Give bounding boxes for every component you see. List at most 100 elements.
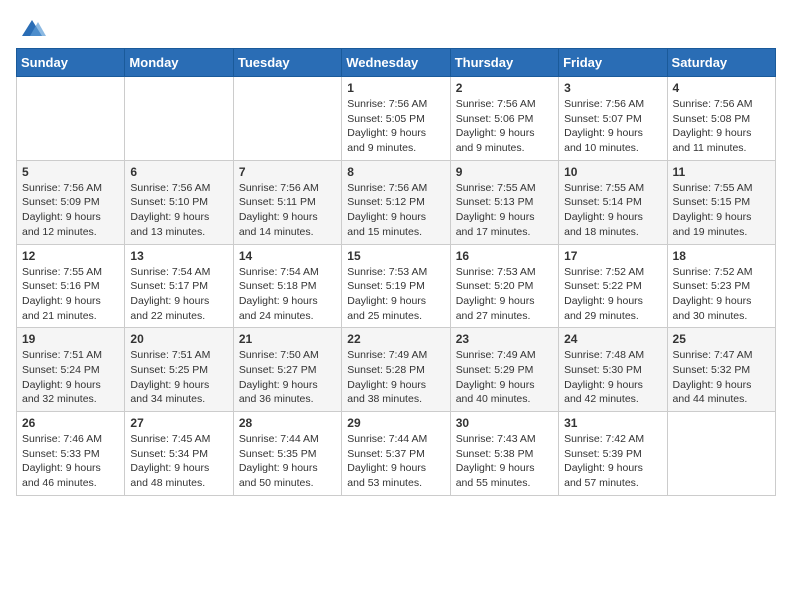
column-header-wednesday: Wednesday — [342, 49, 450, 77]
day-number: 1 — [347, 81, 444, 95]
day-info: Sunrise: 7:45 AM Sunset: 5:34 PM Dayligh… — [130, 432, 227, 491]
calendar-cell: 8 Sunrise: 7:56 AM Sunset: 5:12 PM Daylig… — [342, 160, 450, 244]
day-info: Sunrise: 7:56 AM Sunset: 5:11 PM Dayligh… — [239, 181, 336, 240]
day-number: 8 — [347, 165, 444, 179]
day-info: Sunrise: 7:55 AM Sunset: 5:15 PM Dayligh… — [673, 181, 770, 240]
day-info: Sunrise: 7:50 AM Sunset: 5:27 PM Dayligh… — [239, 348, 336, 407]
day-number: 20 — [130, 332, 227, 346]
day-number: 27 — [130, 416, 227, 430]
day-number: 2 — [456, 81, 553, 95]
calendar-cell: 31Sunrise: 7:42 AM Sunset: 5:39 PM Dayli… — [559, 412, 667, 496]
logo — [16, 16, 46, 38]
calendar-cell: 14 Sunrise: 7:54 AM Sunset: 5:18 PM Dayli… — [233, 244, 341, 328]
day-info: Sunrise: 7:43 AM Sunset: 5:38 PM Dayligh… — [456, 432, 553, 491]
calendar-week-row: 12 Sunrise: 7:55 AM Sunset: 5:16 PM Dayli… — [17, 244, 776, 328]
day-number: 4 — [673, 81, 770, 95]
day-info: Sunrise: 7:55 AM Sunset: 5:14 PM Dayligh… — [564, 181, 661, 240]
column-header-friday: Friday — [559, 49, 667, 77]
day-info: Sunrise: 7:56 AM Sunset: 5:05 PM Dayligh… — [347, 97, 444, 156]
column-header-tuesday: Tuesday — [233, 49, 341, 77]
calendar-cell: 29Sunrise: 7:44 AM Sunset: 5:37 PM Dayli… — [342, 412, 450, 496]
day-number: 30 — [456, 416, 553, 430]
calendar-cell: 7 Sunrise: 7:56 AM Sunset: 5:11 PM Daylig… — [233, 160, 341, 244]
day-number: 21 — [239, 332, 336, 346]
day-number: 28 — [239, 416, 336, 430]
day-number: 19 — [22, 332, 119, 346]
calendar-week-row: 1 Sunrise: 7:56 AM Sunset: 5:05 PM Daylig… — [17, 77, 776, 161]
day-info: Sunrise: 7:49 AM Sunset: 5:28 PM Dayligh… — [347, 348, 444, 407]
calendar-cell: 20 Sunrise: 7:51 AM Sunset: 5:25 PM Dayli… — [125, 328, 233, 412]
day-number: 18 — [673, 249, 770, 263]
calendar-table: SundayMondayTuesdayWednesdayThursdayFrid… — [16, 48, 776, 496]
calendar-cell: 19 Sunrise: 7:51 AM Sunset: 5:24 PM Dayli… — [17, 328, 125, 412]
day-info: Sunrise: 7:51 AM Sunset: 5:25 PM Dayligh… — [130, 348, 227, 407]
day-info: Sunrise: 7:51 AM Sunset: 5:24 PM Dayligh… — [22, 348, 119, 407]
calendar-cell: 5 Sunrise: 7:56 AM Sunset: 5:09 PM Daylig… — [17, 160, 125, 244]
day-info: Sunrise: 7:44 AM Sunset: 5:35 PM Dayligh… — [239, 432, 336, 491]
day-info: Sunrise: 7:54 AM Sunset: 5:17 PM Dayligh… — [130, 265, 227, 324]
calendar-cell — [17, 77, 125, 161]
calendar-cell: 28 Sunrise: 7:44 AM Sunset: 5:35 PM Dayli… — [233, 412, 341, 496]
day-number: 16 — [456, 249, 553, 263]
day-info: Sunrise: 7:52 AM Sunset: 5:23 PM Dayligh… — [673, 265, 770, 324]
column-header-thursday: Thursday — [450, 49, 558, 77]
calendar-cell: 22 Sunrise: 7:49 AM Sunset: 5:28 PM Dayli… — [342, 328, 450, 412]
day-info: Sunrise: 7:48 AM Sunset: 5:30 PM Dayligh… — [564, 348, 661, 407]
calendar-cell: 1 Sunrise: 7:56 AM Sunset: 5:05 PM Daylig… — [342, 77, 450, 161]
calendar-cell — [667, 412, 775, 496]
day-info: Sunrise: 7:44 AM Sunset: 5:37 PM Dayligh… — [347, 432, 444, 491]
day-number: 14 — [239, 249, 336, 263]
day-number: 7 — [239, 165, 336, 179]
day-number: 3 — [564, 81, 661, 95]
day-number: 31 — [564, 416, 661, 430]
day-info: Sunrise: 7:52 AM Sunset: 5:22 PM Dayligh… — [564, 265, 661, 324]
calendar-cell: 2 Sunrise: 7:56 AM Sunset: 5:06 PM Daylig… — [450, 77, 558, 161]
day-info: Sunrise: 7:55 AM Sunset: 5:16 PM Dayligh… — [22, 265, 119, 324]
calendar-cell: 21 Sunrise: 7:50 AM Sunset: 5:27 PM Dayli… — [233, 328, 341, 412]
calendar-cell — [233, 77, 341, 161]
calendar-week-row: 5 Sunrise: 7:56 AM Sunset: 5:09 PM Daylig… — [17, 160, 776, 244]
calendar-header-row: SundayMondayTuesdayWednesdayThursdayFrid… — [17, 49, 776, 77]
day-info: Sunrise: 7:56 AM Sunset: 5:07 PM Dayligh… — [564, 97, 661, 156]
day-number: 5 — [22, 165, 119, 179]
column-header-saturday: Saturday — [667, 49, 775, 77]
day-number: 6 — [130, 165, 227, 179]
day-info: Sunrise: 7:53 AM Sunset: 5:20 PM Dayligh… — [456, 265, 553, 324]
column-header-monday: Monday — [125, 49, 233, 77]
calendar-cell: 25Sunrise: 7:47 AM Sunset: 5:32 PM Dayli… — [667, 328, 775, 412]
calendar-cell: 11Sunrise: 7:55 AM Sunset: 5:15 PM Dayli… — [667, 160, 775, 244]
day-info: Sunrise: 7:54 AM Sunset: 5:18 PM Dayligh… — [239, 265, 336, 324]
day-number: 22 — [347, 332, 444, 346]
logo-icon — [18, 16, 46, 44]
calendar-cell: 16 Sunrise: 7:53 AM Sunset: 5:20 PM Dayli… — [450, 244, 558, 328]
calendar-cell: 9 Sunrise: 7:55 AM Sunset: 5:13 PM Daylig… — [450, 160, 558, 244]
calendar-cell: 3 Sunrise: 7:56 AM Sunset: 5:07 PM Daylig… — [559, 77, 667, 161]
day-number: 13 — [130, 249, 227, 263]
day-info: Sunrise: 7:56 AM Sunset: 5:08 PM Dayligh… — [673, 97, 770, 156]
day-info: Sunrise: 7:56 AM Sunset: 5:12 PM Dayligh… — [347, 181, 444, 240]
calendar-cell: 18 Sunrise: 7:52 AM Sunset: 5:23 PM Dayli… — [667, 244, 775, 328]
day-number: 25 — [673, 332, 770, 346]
day-number: 17 — [564, 249, 661, 263]
calendar-cell: 4 Sunrise: 7:56 AM Sunset: 5:08 PM Daylig… — [667, 77, 775, 161]
calendar-cell — [125, 77, 233, 161]
day-info: Sunrise: 7:55 AM Sunset: 5:13 PM Dayligh… — [456, 181, 553, 240]
day-info: Sunrise: 7:56 AM Sunset: 5:09 PM Dayligh… — [22, 181, 119, 240]
calendar-cell: 30 Sunrise: 7:43 AM Sunset: 5:38 PM Dayli… — [450, 412, 558, 496]
day-number: 9 — [456, 165, 553, 179]
calendar-cell: 24 Sunrise: 7:48 AM Sunset: 5:30 PM Dayli… — [559, 328, 667, 412]
calendar-cell: 15Sunrise: 7:53 AM Sunset: 5:19 PM Dayli… — [342, 244, 450, 328]
calendar-cell: 26Sunrise: 7:46 AM Sunset: 5:33 PM Dayli… — [17, 412, 125, 496]
calendar-cell: 17 Sunrise: 7:52 AM Sunset: 5:22 PM Dayli… — [559, 244, 667, 328]
day-number: 15 — [347, 249, 444, 263]
calendar-cell: 27 Sunrise: 7:45 AM Sunset: 5:34 PM Dayli… — [125, 412, 233, 496]
day-info: Sunrise: 7:56 AM Sunset: 5:06 PM Dayligh… — [456, 97, 553, 156]
day-number: 23 — [456, 332, 553, 346]
column-header-sunday: Sunday — [17, 49, 125, 77]
calendar-cell: 12 Sunrise: 7:55 AM Sunset: 5:16 PM Dayli… — [17, 244, 125, 328]
calendar-week-row: 26Sunrise: 7:46 AM Sunset: 5:33 PM Dayli… — [17, 412, 776, 496]
day-number: 26 — [22, 416, 119, 430]
day-number: 12 — [22, 249, 119, 263]
calendar-cell: 6Sunrise: 7:56 AM Sunset: 5:10 PM Daylig… — [125, 160, 233, 244]
day-number: 24 — [564, 332, 661, 346]
